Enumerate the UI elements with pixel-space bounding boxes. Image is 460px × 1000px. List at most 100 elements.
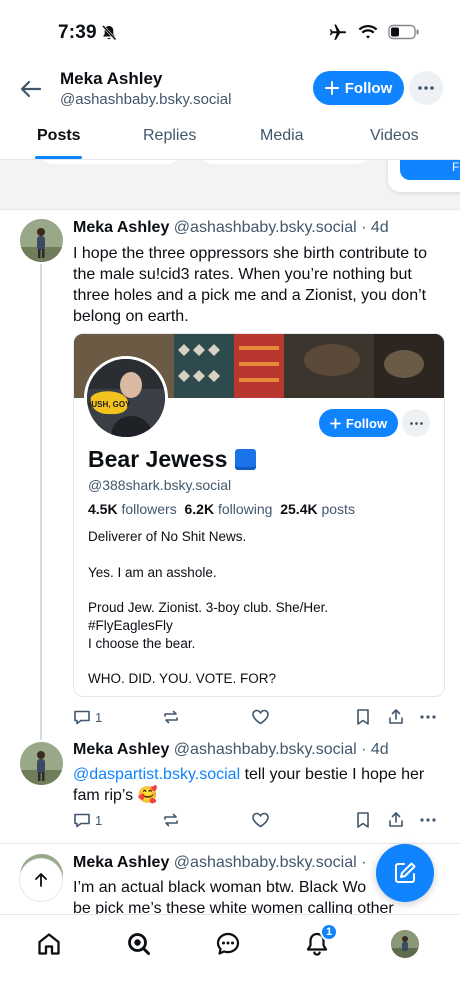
blue-square-icon (235, 449, 257, 470)
post-text-line: I’m an actual black woman btw. Black Wo (73, 879, 367, 896)
post-author[interactable]: Meka Ashley (73, 219, 169, 236)
avatar-badge-text: HUSH, GOY (87, 400, 131, 409)
post-text: @daspartist.bsky.social tell your bestie… (73, 764, 443, 806)
nav-notifications[interactable]: 1 (302, 923, 338, 959)
post-handle[interactable]: @ashashbaby.bsky.social (174, 741, 357, 758)
embedded-more-button[interactable] (402, 409, 430, 437)
reply-count: 1 (95, 709, 103, 725)
chat-icon (216, 932, 240, 955)
posts-count: 25.4K (280, 501, 318, 517)
status-bar: 7:39 (0, 0, 460, 64)
compose-button[interactable] (376, 844, 434, 902)
plus-icon (330, 417, 341, 429)
embedded-avatar: HUSH, GOY (84, 356, 168, 440)
reply-button[interactable]: 1 (73, 708, 102, 726)
active-tab-indicator (35, 156, 82, 159)
compose-icon (395, 862, 416, 883)
posts-label: posts (321, 501, 355, 517)
embedded-follow-button[interactable]: Follow (319, 409, 398, 437)
embedded-stats: 4.5K followers 6.2K following 25.4K post… (88, 501, 355, 517)
embedded-handle: @388shark.bsky.social (88, 477, 232, 493)
notification-badge: 1 (320, 923, 338, 941)
bookmark-button[interactable] (355, 708, 371, 726)
back-arrow-icon[interactable] (18, 76, 44, 102)
avatar (391, 930, 419, 958)
heart-icon (252, 709, 269, 725)
ellipsis-icon (420, 715, 436, 719)
like-button[interactable] (251, 811, 270, 829)
tab-posts[interactable]: Posts (37, 127, 81, 145)
mention-link[interactable]: @daspartist.bsky.social (73, 766, 240, 783)
profile-tabs: Posts Replies Media Videos (0, 118, 460, 160)
repost-button[interactable] (162, 708, 180, 726)
like-button[interactable] (251, 708, 270, 726)
avatar[interactable] (20, 219, 63, 262)
bookmark-icon (357, 709, 369, 725)
following-count: 6.2K (184, 501, 215, 517)
feed-post[interactable]: Meka Ashley @ashashbaby.bsky.social · 4d… (0, 740, 460, 844)
embedded-profile-card[interactable]: HUSH, GOY Follow Bear Jewess @388shark.b… (73, 333, 445, 697)
profile-header: Meka Ashley @ashashbaby.bsky.social Foll… (0, 64, 460, 114)
post-author[interactable]: Meka Ashley (73, 741, 169, 758)
tab-media[interactable]: Media (260, 127, 304, 145)
post-time: · 4d (361, 219, 389, 236)
arrow-up-icon (35, 873, 47, 887)
search-icon (128, 933, 150, 955)
tab-replies[interactable]: Replies (143, 127, 196, 145)
post-handle[interactable]: @ashashbaby.bsky.social (174, 854, 357, 871)
heart-icon (252, 812, 269, 828)
reply-icon (74, 813, 90, 828)
post-actions: 1 (73, 708, 445, 732)
strip-follow-button[interactable]: F (400, 160, 460, 180)
repost-icon (164, 710, 178, 724)
post-header: Meka Ashley @ashashbaby.bsky.social · (73, 854, 366, 872)
ellipsis-icon (418, 86, 434, 90)
bio-line: WHO. DID. YOU. VOTE. FOR? (88, 671, 277, 686)
status-time: 7:39 (58, 22, 97, 43)
bio-line: Proud Jew. Zionist. 3-boy club. She/Her. (88, 600, 329, 615)
share-button[interactable] (387, 708, 405, 726)
plus-icon (324, 81, 339, 95)
bookmark-button[interactable] (355, 811, 371, 829)
scroll-to-top-button[interactable] (19, 858, 63, 902)
following-label: following (217, 501, 273, 517)
nav-messages[interactable] (213, 929, 243, 959)
bio-line: Yes. I am an asshole. (88, 565, 217, 580)
header-display-name: Meka Ashley (60, 69, 163, 88)
post-more-button[interactable] (419, 708, 437, 726)
follow-button[interactable]: Follow (313, 71, 404, 105)
share-icon (389, 709, 403, 724)
strip-card (200, 160, 370, 164)
bio-line: Deliverer of No Shit News. (88, 529, 247, 544)
reply-button[interactable]: 1 (73, 811, 102, 829)
post-author[interactable]: Meka Ashley (73, 854, 169, 871)
post-header: Meka Ashley @ashashbaby.bsky.social · 4d (73, 741, 389, 759)
ellipsis-icon (420, 818, 436, 822)
post-time: · 4d (361, 741, 389, 758)
airplane-icon (329, 24, 346, 40)
nav-home[interactable] (34, 929, 64, 959)
feed-post[interactable]: Meka Ashley @ashashbaby.bsky.social · 4d… (0, 210, 460, 740)
share-button[interactable] (387, 811, 405, 829)
bio-line: I choose the bear. (88, 636, 196, 651)
bio-hashtag[interactable]: #FlyEaglesFly (88, 618, 173, 633)
thread-line (40, 264, 42, 740)
nav-search[interactable] (124, 929, 154, 959)
bell-muted-icon (102, 25, 117, 41)
reply-count: 1 (95, 812, 103, 828)
share-icon (389, 812, 403, 827)
repost-button[interactable] (162, 811, 180, 829)
repost-icon (164, 813, 178, 827)
battery-icon (388, 24, 419, 40)
reply-icon (74, 710, 90, 725)
nav-profile[interactable] (390, 929, 420, 959)
tab-videos[interactable]: Videos (370, 127, 419, 145)
post-handle[interactable]: @ashashbaby.bsky.social (174, 219, 357, 236)
avatar[interactable] (20, 742, 63, 785)
embedded-display-name: Bear Jewess (88, 446, 257, 473)
follow-button-label: Follow (344, 79, 393, 97)
strip-card (40, 160, 180, 164)
post-time: · (361, 854, 367, 871)
post-more-button[interactable] (419, 811, 437, 829)
more-options-button[interactable] (409, 71, 443, 105)
